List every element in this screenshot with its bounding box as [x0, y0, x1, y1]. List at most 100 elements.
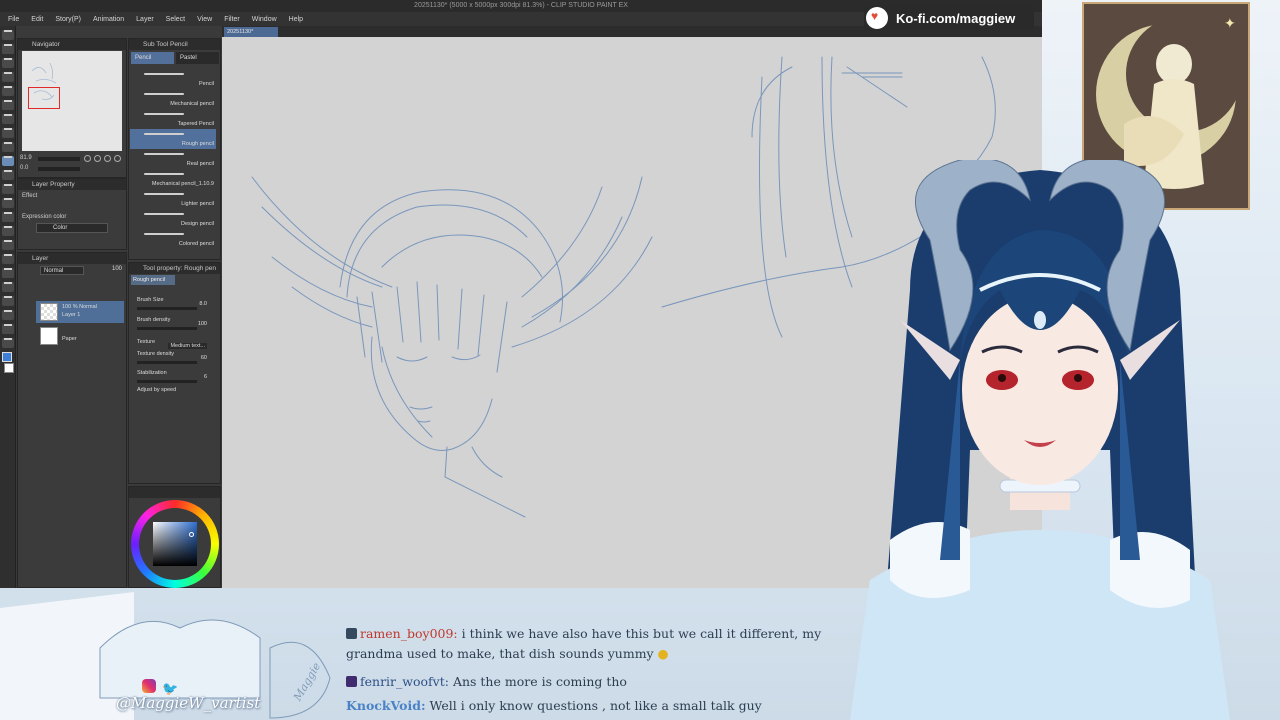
navigator-panel: Navigator 81.9 0.0 — [17, 38, 127, 178]
color-wheel-header — [129, 487, 220, 498]
brush-tool-icon[interactable] — [2, 170, 14, 180]
social-handle: @MaggieW_vartist — [116, 694, 261, 712]
fill-tool-icon[interactable] — [2, 240, 14, 250]
layer-thumbnail — [40, 327, 58, 345]
menu-view[interactable]: View — [191, 16, 218, 23]
chat-text: Ans the more is coming tho — [452, 674, 627, 689]
rotation-slider[interactable] — [38, 167, 80, 171]
zoom-out-icon[interactable] — [84, 155, 91, 162]
operation-tool-icon[interactable] — [2, 58, 14, 68]
brush-item[interactable]: Colored pencil — [130, 229, 216, 249]
layer-property-title: Layer Property — [18, 179, 126, 190]
tab-pastel[interactable]: Pastel — [176, 52, 219, 64]
svg-text:Maggie: Maggie — [291, 660, 324, 704]
move-tool-icon[interactable] — [2, 44, 14, 54]
eraser-tool-icon[interactable] — [2, 212, 14, 222]
actual-size-icon[interactable] — [114, 155, 121, 162]
menu-edit[interactable]: Edit — [25, 16, 49, 23]
menu-help[interactable]: Help — [283, 16, 309, 23]
color-wheel[interactable] — [131, 500, 219, 588]
zoom-tool-icon[interactable] — [2, 30, 14, 40]
balloon-tool-icon[interactable] — [2, 310, 14, 320]
layer-row[interactable]: Paper — [36, 325, 124, 347]
tool-preset-name[interactable]: Rough pencil — [131, 275, 175, 285]
kofi-badge[interactable]: Ko-fi.com/maggiew — [864, 6, 1034, 30]
brush-item[interactable]: Lighter pencil — [130, 189, 216, 209]
brush-item[interactable]: Tapered Pencil — [130, 109, 216, 129]
menu-story[interactable]: Story(P) — [49, 16, 87, 23]
color-picker-handle[interactable] — [189, 532, 194, 537]
menu-select[interactable]: Select — [160, 16, 191, 23]
pen-tool-icon[interactable] — [2, 142, 14, 152]
brush-name: Rough pencil — [181, 141, 214, 147]
brush-name: Real pencil — [186, 161, 214, 167]
brush-item[interactable]: Pencil — [130, 69, 216, 89]
brush-name: Lighter pencil — [181, 201, 214, 207]
chat-username[interactable]: fenrir_woofvt: — [360, 674, 449, 689]
menu-animation[interactable]: Animation — [87, 16, 130, 23]
selection-tool-icon[interactable] — [2, 86, 14, 96]
blend-tool-icon[interactable] — [2, 226, 14, 236]
gradient-tool-icon[interactable] — [2, 254, 14, 264]
magic-wand-tool-icon[interactable] — [2, 114, 14, 124]
document-tab[interactable]: 20251130* — [224, 27, 278, 37]
main-color-swatch[interactable] — [2, 352, 12, 362]
layer-controls: Normal 100 — [20, 266, 126, 276]
decoration-tool-icon[interactable] — [2, 198, 14, 208]
figure-tool-icon[interactable] — [2, 268, 14, 278]
vtuber-avatar — [850, 160, 1230, 720]
zoom-value[interactable]: 81.9 — [20, 155, 32, 161]
airbrush-tool-icon[interactable] — [2, 184, 14, 194]
navigator-preview[interactable] — [22, 51, 122, 151]
prop-label: Brush density — [137, 317, 171, 323]
menu-filter[interactable]: Filter — [218, 16, 246, 23]
chat-username[interactable]: ramen_boy009: — [360, 626, 458, 641]
fit-icon[interactable] — [104, 155, 111, 162]
zoom-in-icon[interactable] — [94, 155, 101, 162]
brush-density-control[interactable]: Brush density 100 — [137, 317, 215, 333]
zoom-slider[interactable] — [38, 157, 80, 161]
adjust-by-speed-checkbox[interactable]: Adjust by speed — [137, 387, 215, 403]
texture-density-control[interactable]: Texture density 60 — [137, 351, 215, 367]
tab-pencil[interactable]: Pencil — [131, 52, 174, 64]
color-saturation-square[interactable] — [153, 522, 197, 566]
kofi-cup-icon — [866, 7, 888, 29]
effect-label: Effect — [22, 193, 38, 199]
prop-label: Brush Size — [137, 297, 164, 303]
frame-tool-icon[interactable] — [2, 282, 14, 292]
rotation-value[interactable]: 0.0 — [20, 165, 28, 171]
lasso-tool-icon[interactable] — [2, 100, 14, 110]
sub-color-swatch[interactable] — [4, 363, 14, 373]
navigator-zoom-controls: 81.9 0.0 — [20, 155, 124, 175]
chat-text: i think we have also have this but we ca… — [461, 626, 822, 641]
menu-window[interactable]: Window — [246, 16, 283, 23]
brush-size-control[interactable]: Brush Size 8.0 — [137, 297, 215, 313]
correct-line-tool-icon[interactable] — [2, 338, 14, 348]
layer-name: Layer 1 — [62, 312, 81, 318]
text-tool-icon[interactable] — [2, 296, 14, 306]
ruler-tool-icon[interactable] — [2, 324, 14, 334]
expression-color-select[interactable]: Color — [36, 223, 108, 233]
brush-item-selected[interactable]: Rough pencil — [130, 129, 216, 149]
brush-item[interactable]: Real pencil — [130, 149, 216, 169]
move-layer-tool-icon[interactable] — [2, 72, 14, 82]
pencil-tool-icon[interactable] — [2, 156, 14, 166]
menu-layer[interactable]: Layer — [130, 16, 160, 23]
stream-overlay: 20251130* (5000 x 5000px 300dpi 81.3%) -… — [0, 0, 1280, 720]
brush-item[interactable]: Mechanical pencil_1.10.9 — [130, 169, 216, 189]
eyedropper-tool-icon[interactable] — [2, 128, 14, 138]
navigator-view-rect[interactable] — [28, 87, 60, 109]
brush-item[interactable]: Mechanical pencil — [130, 89, 216, 109]
layer-opacity[interactable]: 100 — [112, 266, 122, 272]
sub-tool-title: Sub Tool Pencil — [129, 39, 220, 50]
layer-row[interactable]: 100 % Normal Layer 1 — [36, 301, 124, 323]
emote-icon: ● — [657, 646, 669, 661]
menu-file[interactable]: File — [2, 16, 25, 23]
stabilization-control[interactable]: Stabilization 6 — [137, 370, 215, 386]
blend-mode-select[interactable]: Normal — [40, 266, 84, 275]
instagram-icon[interactable] — [142, 679, 156, 693]
sub-tool-panel: Sub Tool Pencil Pencil Pastel Pencil Mec… — [128, 38, 221, 260]
brush-item[interactable]: Design pencil — [130, 209, 216, 229]
chat-username[interactable]: KnockVoid: — [346, 698, 426, 713]
brush-name: Colored pencil — [178, 241, 214, 247]
